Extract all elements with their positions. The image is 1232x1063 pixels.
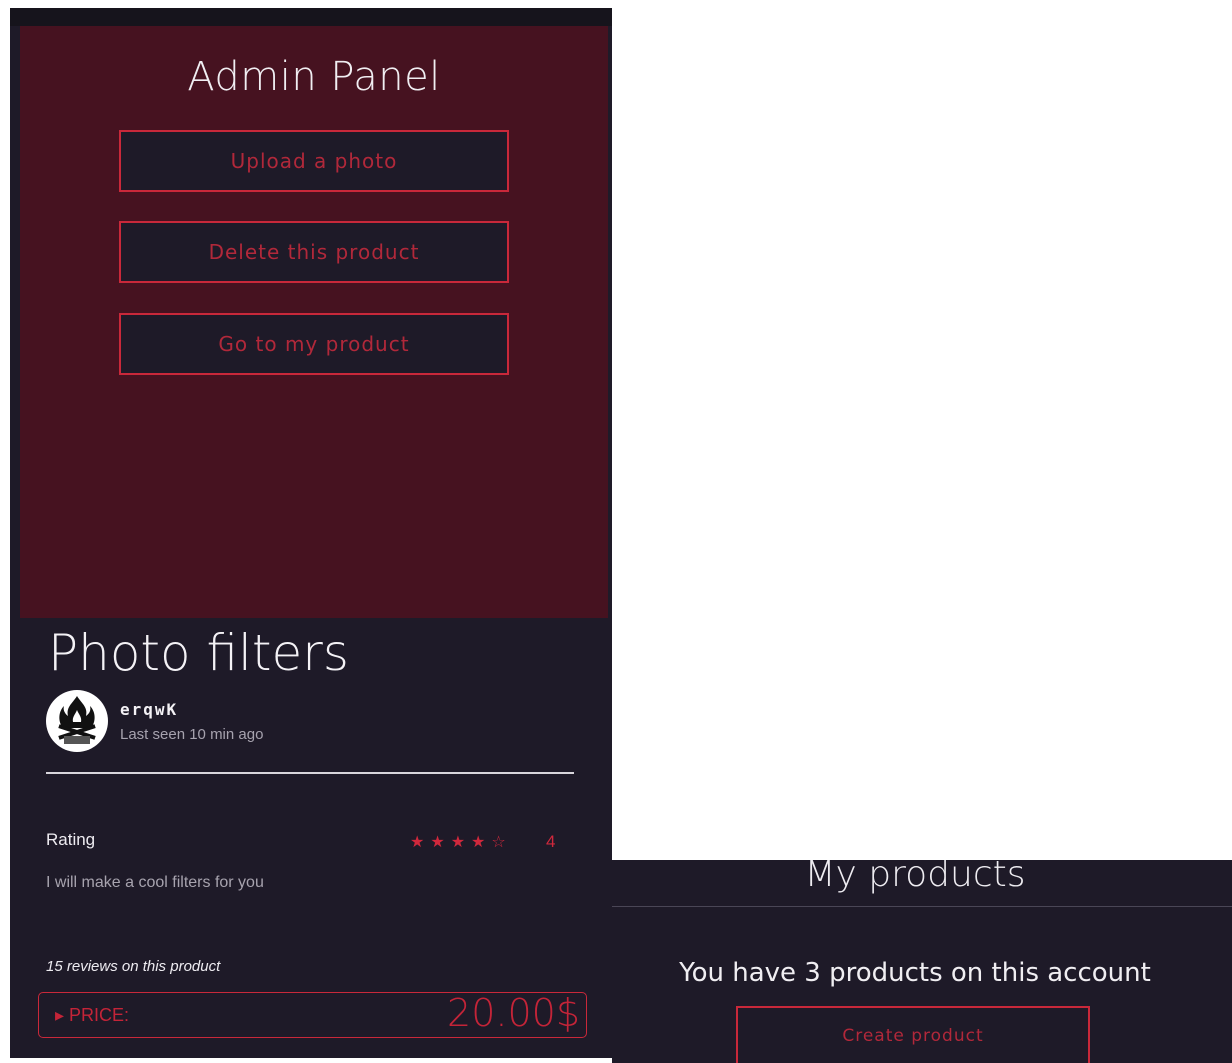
upload-photo-button[interactable]: Upload a photo xyxy=(119,130,509,192)
product-card: Admin Panel Upload a photo Delete this p… xyxy=(10,8,612,1058)
product-description: I will make a cool filters for you xyxy=(46,874,264,891)
price-box: ▸ PRICE: 20.00$ xyxy=(38,991,587,1038)
price-label: ▸ PRICE: xyxy=(55,1005,130,1025)
seller-username[interactable]: erqwK xyxy=(120,700,178,719)
divider xyxy=(46,772,574,774)
rating-label: Rating xyxy=(46,830,96,849)
my-products-panel: My products You have 3 products on this … xyxy=(612,860,1232,1063)
products-count-text: You have 3 products on this account xyxy=(679,958,1151,988)
rating-stars-icon: ★★★★☆ xyxy=(410,832,512,851)
my-products-title: My products xyxy=(804,860,1026,895)
seller-last-seen: Last seen 10 min ago xyxy=(120,726,264,743)
seller-avatar[interactable] xyxy=(46,690,108,752)
admin-panel-title: Admin Panel xyxy=(187,54,441,100)
my-products-divider xyxy=(612,906,1232,907)
price-value: 20.00$ xyxy=(447,991,580,1035)
rating-value: 4 xyxy=(546,832,556,851)
create-product-button[interactable]: Create product xyxy=(736,1006,1090,1063)
delete-product-button[interactable]: Delete this product xyxy=(119,221,509,283)
go-to-product-button[interactable]: Go to my product xyxy=(119,313,509,375)
product-title: Photo filters xyxy=(48,624,349,682)
campfire-logo-icon xyxy=(58,696,96,744)
admin-panel: Admin Panel Upload a photo Delete this p… xyxy=(20,26,608,618)
top-strip xyxy=(10,8,612,26)
reviews-count[interactable]: 15 reviews on this product xyxy=(46,958,220,975)
